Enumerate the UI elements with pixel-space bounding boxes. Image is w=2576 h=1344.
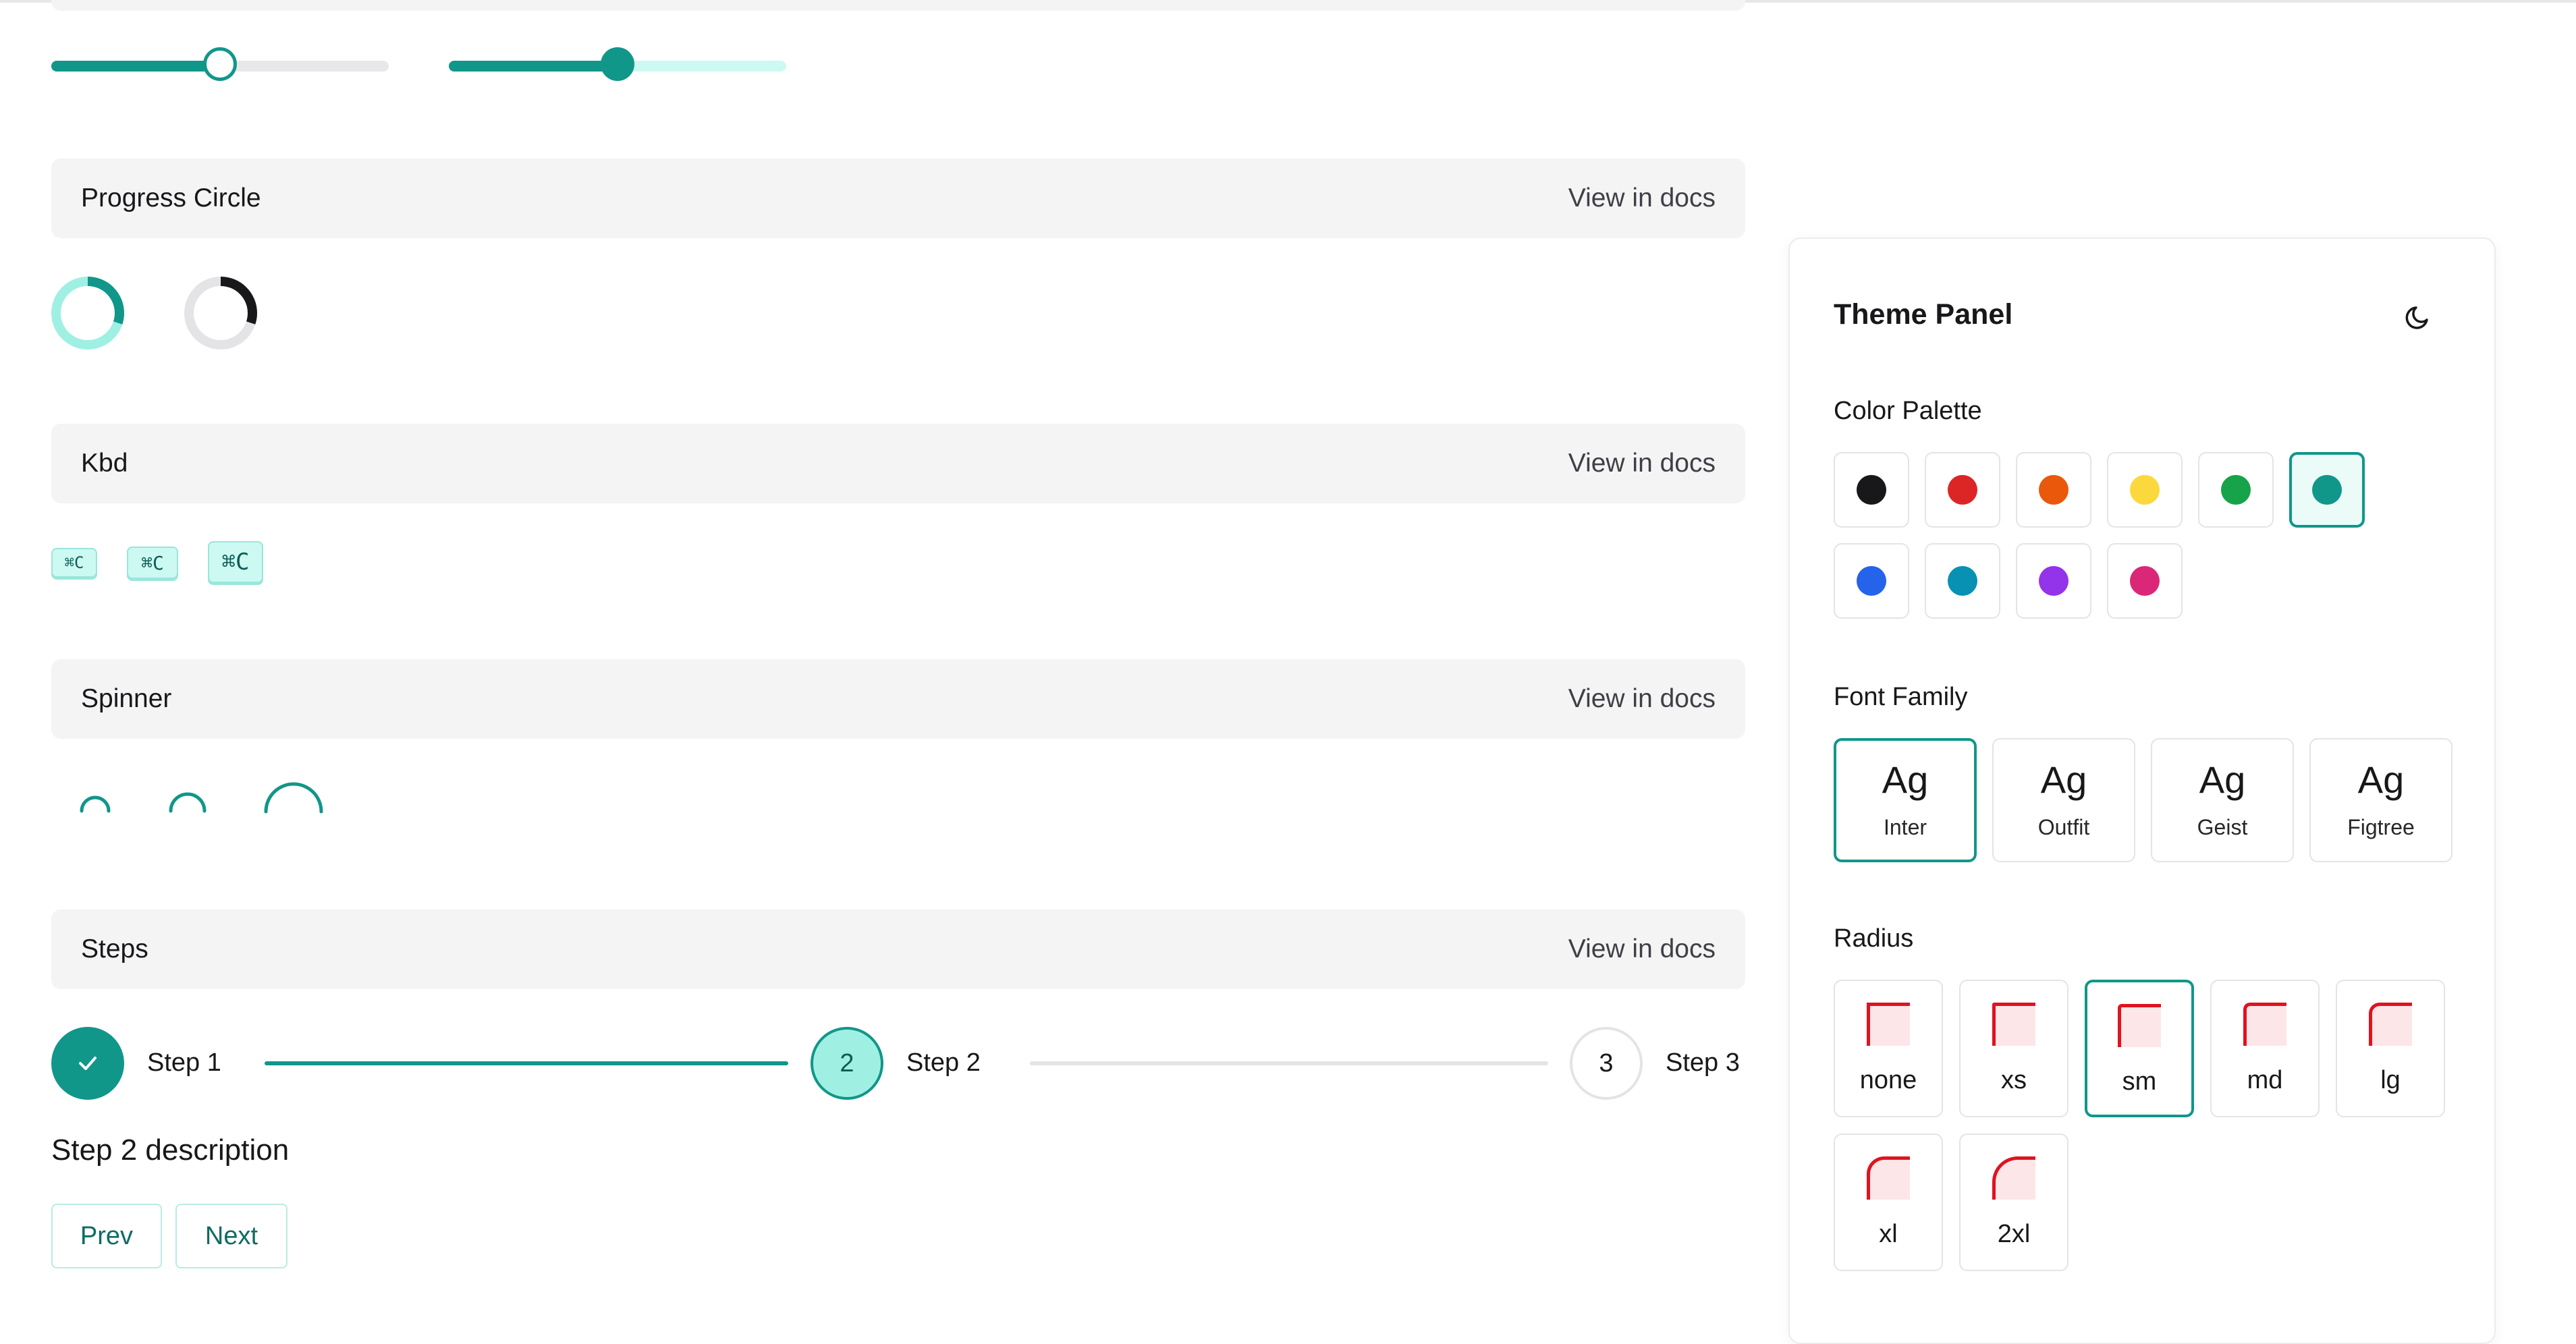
swatch-dot — [2221, 475, 2251, 505]
font-option-outfit[interactable]: Ag Outfit — [1992, 738, 2135, 862]
view-in-docs-link[interactable]: View in docs — [1568, 934, 1716, 964]
color-swatch-orange[interactable] — [2016, 452, 2091, 528]
radius-option-none[interactable]: none — [1834, 980, 1943, 1117]
color-palette-label: Color Palette — [1834, 397, 1982, 425]
radius-preview — [2243, 1003, 2286, 1046]
spinner-lg — [264, 782, 323, 814]
radius-label: Radius — [1834, 924, 1914, 953]
progress-circle-dark — [184, 277, 257, 349]
step-3-indicator[interactable]: 3 — [1570, 1027, 1643, 1100]
radius-option-md[interactable]: md — [2210, 980, 2320, 1117]
radius-preview — [1867, 1003, 1910, 1046]
theme-panel: Theme Panel Color Palette Font Family Ag… — [1788, 237, 2496, 1344]
font-option-figtree[interactable]: Ag Figtree — [2309, 738, 2452, 862]
radius-preview — [1867, 1156, 1910, 1200]
view-in-docs-link[interactable]: View in docs — [1568, 449, 1716, 478]
radius-name: xs — [2001, 1066, 2027, 1094]
slider-thumb[interactable] — [203, 47, 237, 81]
swatch-dot — [1948, 566, 1977, 596]
step-2-indicator[interactable]: 2 — [811, 1027, 883, 1100]
section-header-steps: Steps View in docs — [51, 909, 1745, 989]
font-sample: Ag — [2357, 758, 2405, 801]
step-1-label: Step 1 — [147, 1048, 221, 1077]
next-button[interactable]: Next — [175, 1204, 287, 1268]
section-title: Progress Circle — [81, 184, 261, 213]
radius-preview — [2118, 1004, 2161, 1047]
section-header-spinner: Spinner View in docs — [51, 659, 1745, 739]
radius-name: xl — [1879, 1220, 1898, 1248]
swatch-dot — [2130, 566, 2160, 596]
kbd-lg: ⌘C — [208, 541, 263, 583]
color-swatch-cyan[interactable] — [1925, 543, 2000, 619]
color-swatch-pink[interactable] — [2107, 543, 2183, 619]
color-swatch-red[interactable] — [1925, 452, 2000, 528]
spinner-md — [169, 792, 207, 813]
radius-option-sm[interactable]: sm — [2085, 980, 2194, 1117]
font-option-inter[interactable]: Ag Inter — [1834, 738, 1977, 862]
step-1-indicator[interactable] — [51, 1027, 124, 1100]
spinner-sm — [80, 795, 111, 813]
color-swatch-yellow[interactable] — [2107, 452, 2183, 528]
section-title: Spinner — [81, 684, 172, 713]
step-separator-complete — [265, 1061, 788, 1065]
previous-section-edge — [51, 0, 1745, 11]
panel-title: Theme Panel — [1834, 298, 2013, 331]
font-family-label: Font Family — [1834, 683, 1968, 711]
radius-option-2xl[interactable]: 2xl — [1959, 1133, 2068, 1271]
font-option-geist[interactable]: Ag Geist — [2151, 738, 2294, 862]
slider-outline-thumb[interactable] — [51, 47, 389, 85]
radius-option-xl[interactable]: xl — [1834, 1133, 1943, 1271]
radius-name: lg — [2380, 1066, 2401, 1094]
color-swatch-black[interactable] — [1834, 452, 1909, 528]
prev-button[interactable]: Prev — [51, 1204, 162, 1268]
kbd-md: ⌘C — [127, 547, 178, 579]
font-name: Geist — [2197, 814, 2248, 839]
section-header-kbd: Kbd View in docs — [51, 424, 1745, 503]
swatch-dot — [2039, 566, 2068, 596]
font-name: Inter — [1883, 814, 1927, 839]
swatch-dot — [1948, 475, 1977, 505]
font-name: Outfit — [2037, 814, 2090, 839]
color-swatch-teal[interactable] — [2289, 452, 2365, 528]
color-swatch-purple[interactable] — [2016, 543, 2091, 619]
moon-icon[interactable] — [2401, 300, 2435, 333]
step-description: Step 2 description — [51, 1133, 290, 1167]
radius-name: 2xl — [1997, 1220, 2031, 1248]
swatch-dot — [1857, 566, 1886, 596]
step-separator-incomplete — [1030, 1061, 1548, 1065]
font-sample: Ag — [2199, 758, 2246, 801]
color-swatch-green[interactable] — [2198, 452, 2274, 528]
radius-name: sm — [2122, 1067, 2157, 1096]
swatch-dot — [2039, 475, 2068, 505]
swatch-dot — [1857, 475, 1886, 505]
slider-range — [51, 61, 220, 72]
swatch-dot — [2130, 475, 2160, 505]
step-2-label: Step 2 — [906, 1048, 981, 1077]
slider-thumb[interactable] — [601, 47, 634, 81]
section-header-progress-circle: Progress Circle View in docs — [51, 159, 1745, 238]
view-in-docs-link[interactable]: View in docs — [1568, 184, 1716, 213]
view-in-docs-link[interactable]: View in docs — [1568, 684, 1716, 714]
font-name: Figtree — [2347, 814, 2415, 839]
step-3-label: Step 3 — [1666, 1048, 1740, 1077]
swatch-dot — [2312, 475, 2342, 505]
radius-preview — [2369, 1003, 2412, 1046]
color-swatch-blue[interactable] — [1834, 543, 1909, 619]
font-sample: Ag — [2040, 758, 2087, 801]
slider-range — [449, 61, 618, 72]
kbd-sm: ⌘C — [51, 548, 97, 578]
radius-preview — [1992, 1156, 2035, 1200]
radius-option-lg[interactable]: lg — [2336, 980, 2445, 1117]
slider-solid-thumb[interactable] — [449, 47, 786, 85]
radius-name: none — [1859, 1066, 1917, 1094]
progress-circle-teal — [51, 277, 124, 349]
radius-name: md — [2247, 1066, 2283, 1094]
radius-preview — [1992, 1003, 2035, 1046]
font-sample: Ag — [1882, 758, 1929, 801]
section-title: Steps — [81, 934, 148, 963]
radius-option-xs[interactable]: xs — [1959, 980, 2068, 1117]
section-title: Kbd — [81, 449, 128, 478]
check-icon — [79, 1057, 97, 1070]
